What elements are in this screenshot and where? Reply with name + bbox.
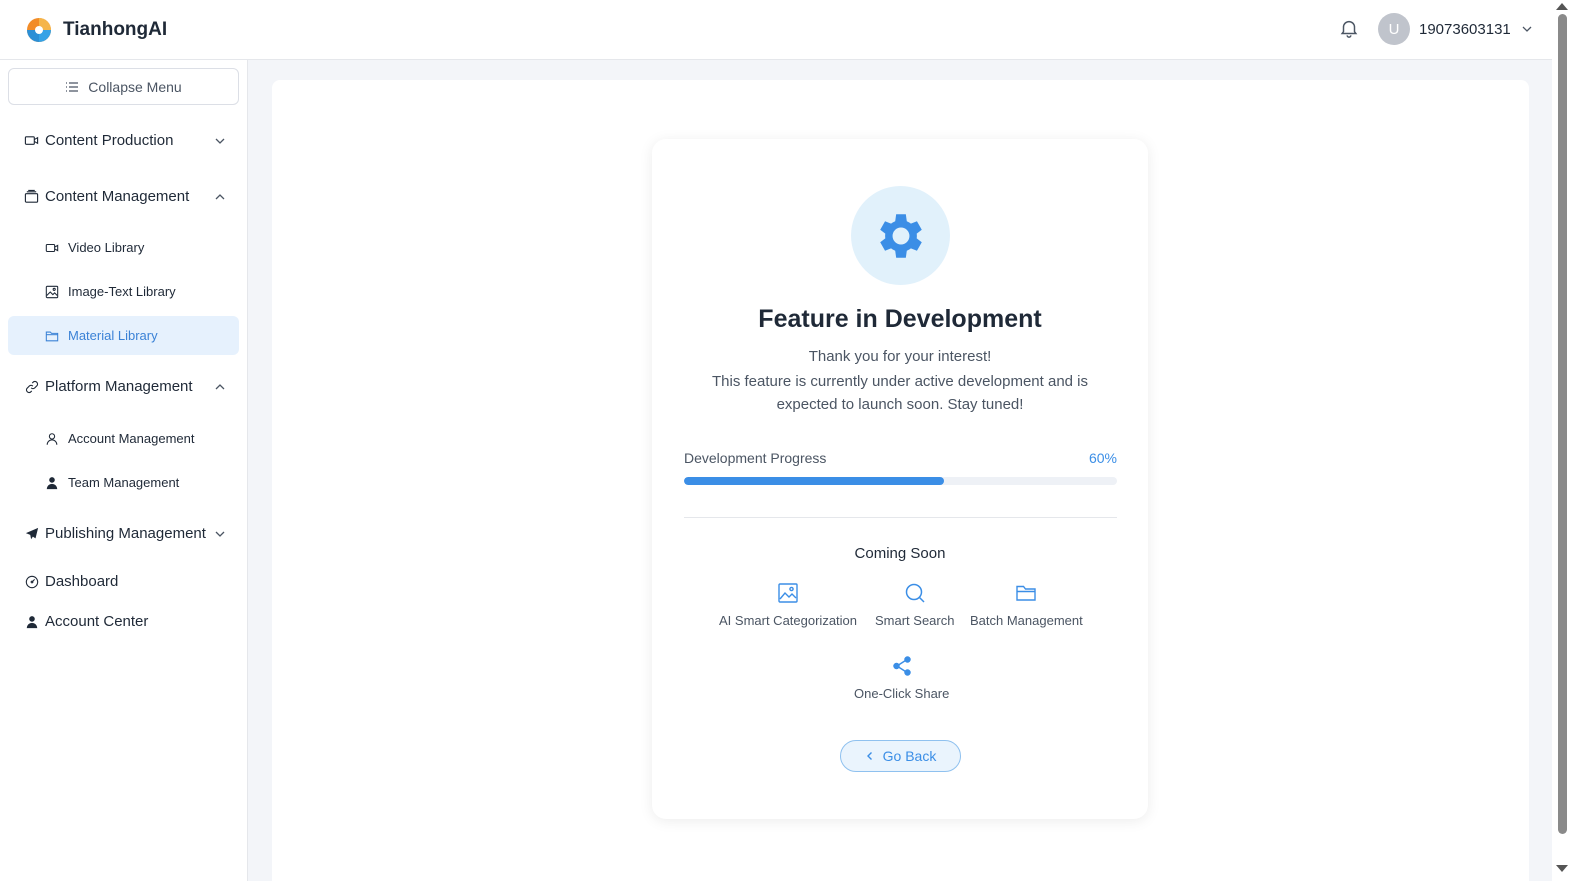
- sidebar-group-label: Platform Management: [45, 378, 193, 395]
- sidebar-item-material-library[interactable]: Material Library: [8, 316, 239, 355]
- scroll-up-arrow-icon[interactable]: [1556, 3, 1568, 10]
- sidebar-group-label: Content Management: [45, 188, 190, 205]
- sidebar-item-team-management[interactable]: Team Management: [8, 463, 239, 502]
- sidebar: Collapse Menu Content Production Content…: [0, 60, 248, 881]
- feature-ai-smart-categorization: AI Smart Categorization: [719, 582, 857, 628]
- collapse-menu-label: Collapse Menu: [88, 78, 182, 95]
- gear-icon: [879, 213, 922, 258]
- logo-icon: [27, 18, 51, 42]
- sidebar-group-label: Content Production: [45, 132, 174, 149]
- sidebar-group-content-management[interactable]: Content Management: [24, 188, 232, 205]
- notification-bell-icon[interactable]: [1338, 17, 1360, 39]
- chevron-up-icon: [215, 383, 225, 389]
- feature-smart-search: Smart Search: [875, 582, 954, 628]
- video-camera-icon: [45, 241, 59, 255]
- video-camera-icon: [24, 133, 39, 148]
- chevron-left-icon: [866, 752, 872, 760]
- sidebar-group-publishing-management[interactable]: Publishing Management: [24, 525, 232, 542]
- app-name: TianhongAI: [63, 19, 168, 40]
- scroll-down-arrow-icon[interactable]: [1556, 865, 1568, 872]
- top-header: TianhongAI U 19073603131: [0, 0, 1581, 60]
- user-filled-icon: [45, 476, 59, 490]
- image-icon: [45, 285, 59, 299]
- chevron-up-icon: [215, 193, 225, 199]
- sidebar-item-label: Material Library: [68, 328, 158, 343]
- feature-label: AI Smart Categorization: [719, 613, 858, 628]
- sidebar-item-label: Video Library: [68, 240, 145, 255]
- go-back-label: Go Back: [882, 748, 937, 764]
- card-title: Feature in Development: [758, 305, 1042, 333]
- logo[interactable]: TianhongAI: [26, 17, 167, 43]
- collapse-menu-button[interactable]: Collapse Menu: [8, 68, 239, 105]
- share-icon: [892, 656, 911, 676]
- coming-soon-title: Coming Soon: [854, 545, 946, 562]
- sidebar-item-label: Image-Text Library: [68, 284, 176, 299]
- sidebar-group-platform-management[interactable]: Platform Management: [24, 378, 232, 395]
- chevron-down-icon: [215, 138, 225, 144]
- sidebar-item-image-text-library[interactable]: Image-Text Library: [8, 272, 239, 311]
- folder-icon: [45, 329, 59, 343]
- sidebar-item-label: Account Management: [68, 431, 195, 446]
- sidebar-item-label: Dashboard: [45, 573, 119, 590]
- sidebar-item-dashboard[interactable]: Dashboard: [24, 573, 232, 590]
- feature-label: Batch Management: [970, 613, 1083, 628]
- menu-list-icon: [66, 81, 79, 92]
- sidebar-item-label: Account Center: [45, 613, 149, 630]
- send-icon: [24, 526, 39, 541]
- chevron-down-icon: [1522, 26, 1532, 32]
- page-scrollbar[interactable]: [1552, 0, 1581, 881]
- sidebar-item-account-center[interactable]: Account Center: [24, 613, 232, 630]
- divider: [684, 517, 1117, 518]
- go-back-button[interactable]: Go Back: [840, 740, 961, 772]
- sidebar-item-video-library[interactable]: Video Library: [8, 228, 239, 267]
- image-icon: [778, 583, 798, 603]
- search-icon: [905, 583, 925, 603]
- avatar: U: [1378, 13, 1410, 45]
- feature-dev-card: Feature in Development Thank you for you…: [652, 139, 1148, 819]
- progress-bar-fill: [684, 477, 944, 485]
- feature-batch-management: Batch Management: [970, 582, 1083, 628]
- progress-percent: 60%: [1088, 450, 1117, 466]
- chevron-down-icon: [215, 531, 225, 537]
- archive-box-icon: [24, 189, 39, 204]
- user-menu[interactable]: U 19073603131: [1378, 13, 1533, 45]
- sidebar-item-account-management[interactable]: Account Management: [8, 419, 239, 458]
- feature-label: One-Click Share: [854, 686, 950, 701]
- folder-icon: [1016, 585, 1037, 601]
- user-filled-icon: [24, 614, 39, 629]
- user-outline-icon: [45, 432, 59, 446]
- sidebar-group-content-production[interactable]: Content Production: [24, 132, 232, 149]
- scrollbar-thumb[interactable]: [1558, 14, 1567, 834]
- card-subtitle: Thank you for your interest!: [808, 348, 992, 365]
- dashboard-gauge-icon: [24, 574, 39, 589]
- progress-bar: [684, 477, 1117, 485]
- progress-label: Development Progress: [684, 450, 827, 466]
- gear-badge: [851, 186, 950, 285]
- user-phone: 19073603131: [1419, 20, 1511, 38]
- sidebar-group-label: Publishing Management: [45, 525, 206, 542]
- sidebar-item-label: Team Management: [68, 475, 180, 490]
- feature-label: Smart Search: [875, 613, 955, 628]
- card-description: This feature is currently under active d…: [711, 373, 1089, 413]
- link-icon: [24, 379, 39, 394]
- feature-one-click-share: One-Click Share: [854, 655, 949, 701]
